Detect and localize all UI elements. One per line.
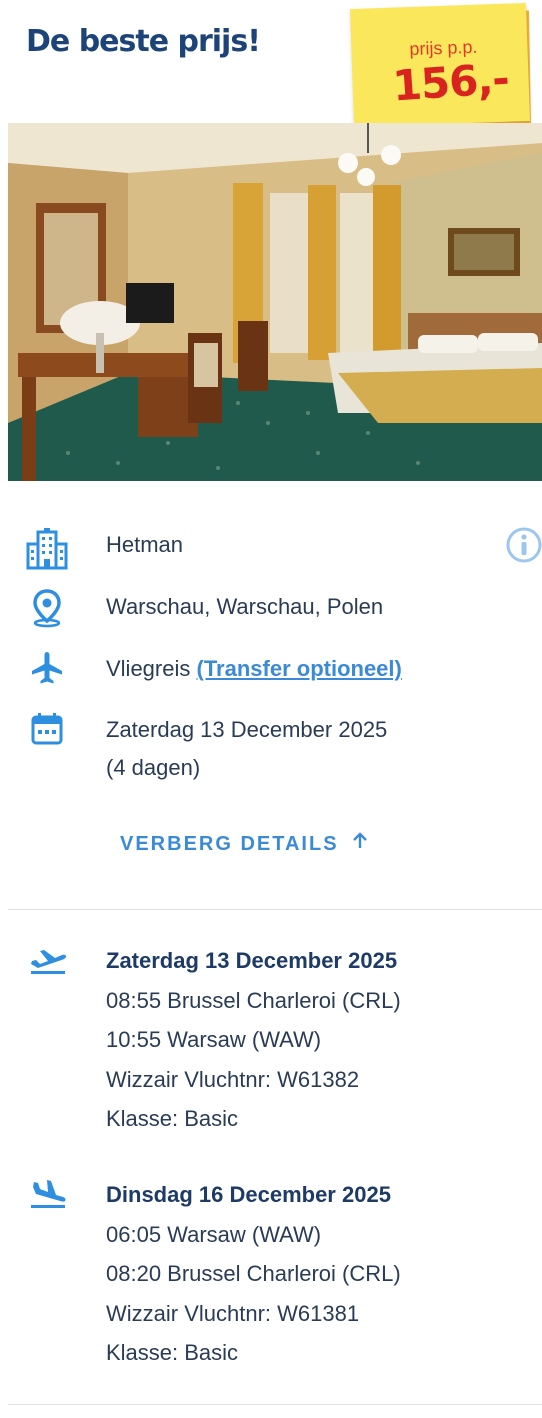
calendar-icon bbox=[24, 711, 70, 757]
hotel-room-image[interactable] bbox=[8, 123, 542, 481]
return-date: Dinsdag 16 December 2025 bbox=[106, 1182, 391, 1207]
plane-departure-icon bbox=[28, 945, 68, 975]
info-icon[interactable] bbox=[505, 526, 542, 568]
hide-details-label: VERBERG DETAILS bbox=[120, 832, 339, 855]
page-title: De beste prijs! bbox=[26, 24, 261, 59]
arrow-up-icon bbox=[351, 832, 369, 856]
header: De beste prijs! prijs p.p. 156,- bbox=[0, 0, 542, 130]
price-sticker: prijs p.p. 156,- bbox=[349, 2, 532, 130]
location-text: Warschau, Warschau, Polen bbox=[106, 594, 384, 619]
plane-arrival-icon bbox=[28, 1179, 68, 1209]
building-icon bbox=[24, 526, 70, 572]
price-value: 156,- bbox=[390, 53, 511, 111]
divider bbox=[8, 1404, 542, 1405]
outbound-date: Zaterdag 13 December 2025 bbox=[106, 948, 398, 973]
travel-date: Zaterdag 13 December 2025 bbox=[106, 717, 388, 742]
travel-duration: (4 dagen) bbox=[106, 755, 201, 780]
hide-details-button[interactable]: VERBERG DETAILS bbox=[120, 832, 369, 856]
transfer-optional-link[interactable]: (Transfer optioneel) bbox=[197, 656, 402, 681]
outbound-arrival: 10:55 Warsaw (WAW) bbox=[106, 1027, 322, 1052]
airplane-icon bbox=[24, 650, 70, 696]
hotel-name: Hetman bbox=[106, 532, 184, 557]
return-carrier: Wizzair Vluchtnr: W61381 bbox=[106, 1300, 360, 1326]
outbound-class: Klasse: Basic bbox=[106, 1106, 239, 1131]
travel-type: Vliegreis bbox=[106, 656, 191, 681]
return-departure: 06:05 Warsaw (WAW) bbox=[106, 1221, 322, 1247]
return-class: Klasse: Basic bbox=[106, 1340, 239, 1365]
return-arrival: 08:20 Brussel Charleroi (CRL) bbox=[106, 1261, 401, 1286]
divider bbox=[8, 909, 542, 910]
map-pin-icon bbox=[24, 588, 70, 634]
outbound-departure: 08:55 Brussel Charleroi (CRL) bbox=[106, 987, 401, 1013]
outbound-carrier: Wizzair Vluchtnr: W61382 bbox=[106, 1066, 360, 1092]
